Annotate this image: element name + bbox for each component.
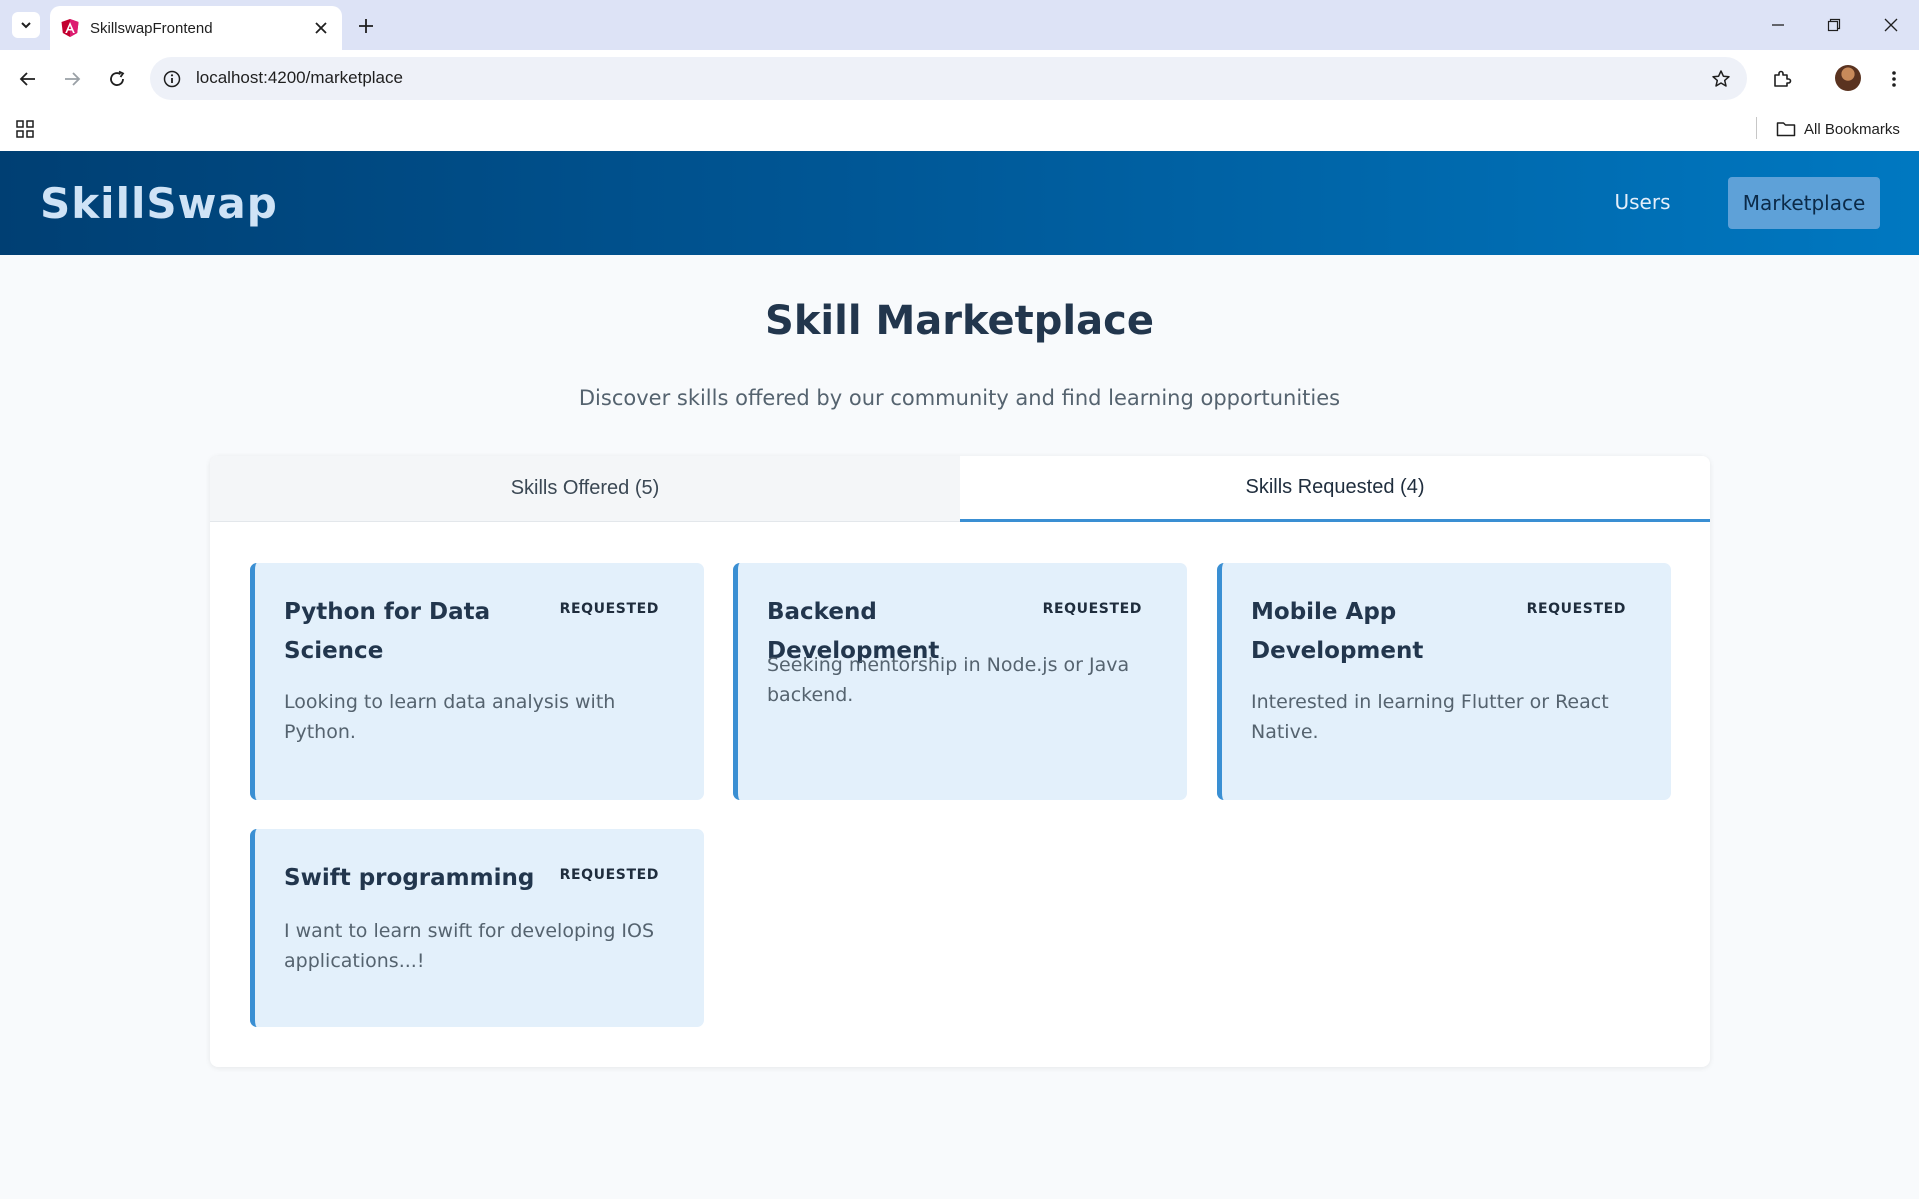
skill-card-description: Looking to learn data analysis with Pyth… [284,691,616,743]
back-button[interactable] [12,63,44,95]
bookmarks-separator [1756,117,1757,139]
folder-icon [1776,122,1796,137]
skill-card-description: I want to learn swift for developing IOS… [284,920,655,972]
close-icon [1884,18,1898,32]
page-title: Skill Marketplace [765,298,1154,344]
apps-grid-icon[interactable] [13,117,37,141]
skill-card-title: Python for Data Science [284,599,491,664]
browser-tabstrip: SkillswapFrontend [0,0,1919,50]
new-tab-button[interactable] [352,12,380,40]
extensions-button[interactable] [1766,63,1798,95]
puzzle-icon [1774,70,1792,87]
arrow-right-icon [65,72,81,86]
bookmark-star-icon[interactable] [1709,67,1733,91]
skill-card-description: Seeking mentorship in Node.js or Java ba… [767,654,1130,706]
bookmarks-bar: All Bookmarks [0,108,1919,151]
app-header: SkillSwap Users Marketplace [0,151,1919,255]
status-badge: REQUESTED [1526,601,1626,617]
skill-card-description: Interested in learning Flutter or React … [1251,691,1609,743]
tab-skills-offered[interactable]: Skills Offered (5) [210,456,960,522]
minimize-icon [1772,24,1784,26]
skill-card-title: Swift programming [284,865,535,891]
tab-title: SkillswapFrontend [90,19,213,37]
site-info-icon[interactable] [160,67,184,91]
window-close-button[interactable] [1869,10,1913,40]
browser-menu-button[interactable] [1878,63,1910,95]
skill-card[interactable]: Python for Data Science REQUESTED Lookin… [250,563,704,800]
reload-button[interactable] [101,63,133,95]
browser-tab[interactable]: SkillswapFrontend [50,6,342,50]
arrow-left-icon [19,72,35,86]
skill-card-title: Mobile App Development [1251,599,1424,664]
more-vertical-icon [1892,71,1896,87]
skill-card[interactable]: Swift programming REQUESTED I want to le… [250,829,704,1027]
browser-toolbar: localhost:4200/marketplace [0,50,1919,108]
all-bookmarks-label: All Bookmarks [1804,120,1900,138]
reload-icon [110,70,125,86]
address-bar[interactable]: localhost:4200/marketplace [150,57,1747,100]
profile-avatar[interactable] [1835,65,1861,91]
skill-card[interactable]: Mobile App Development REQUESTED Interes… [1217,563,1671,800]
forward-button[interactable] [56,63,88,95]
tab-close-button[interactable] [310,17,332,39]
restore-button[interactable] [1812,10,1856,40]
page-subtitle: Discover skills offered by our community… [578,386,1341,410]
nav-link-users[interactable]: Users [1595,177,1690,227]
tab-skills-requested[interactable]: Skills Requested (4) [960,456,1710,522]
plus-icon [359,19,373,33]
skill-card[interactable]: Backend Development REQUESTED Seeking me… [733,563,1187,800]
angular-icon [61,19,79,37]
all-bookmarks-button[interactable]: All Bookmarks [1776,116,1900,142]
app-logo[interactable]: SkillSwap [40,179,278,228]
chevron-down-icon [21,22,31,29]
status-badge: REQUESTED [1042,601,1142,617]
minimize-button[interactable] [1756,10,1800,40]
skills-tabs: Skills Offered (5) Skills Requested (4) [210,456,1710,522]
marketplace-panel: Skills Offered (5) Skills Requested (4) … [210,456,1710,1067]
tab-search-button[interactable] [12,12,40,38]
close-icon [315,22,327,34]
status-badge: REQUESTED [559,867,659,883]
status-badge: REQUESTED [559,601,659,617]
url-text[interactable]: localhost:4200/marketplace [196,68,403,88]
nav-link-marketplace[interactable]: Marketplace [1728,177,1880,229]
restore-icon [1827,18,1841,32]
